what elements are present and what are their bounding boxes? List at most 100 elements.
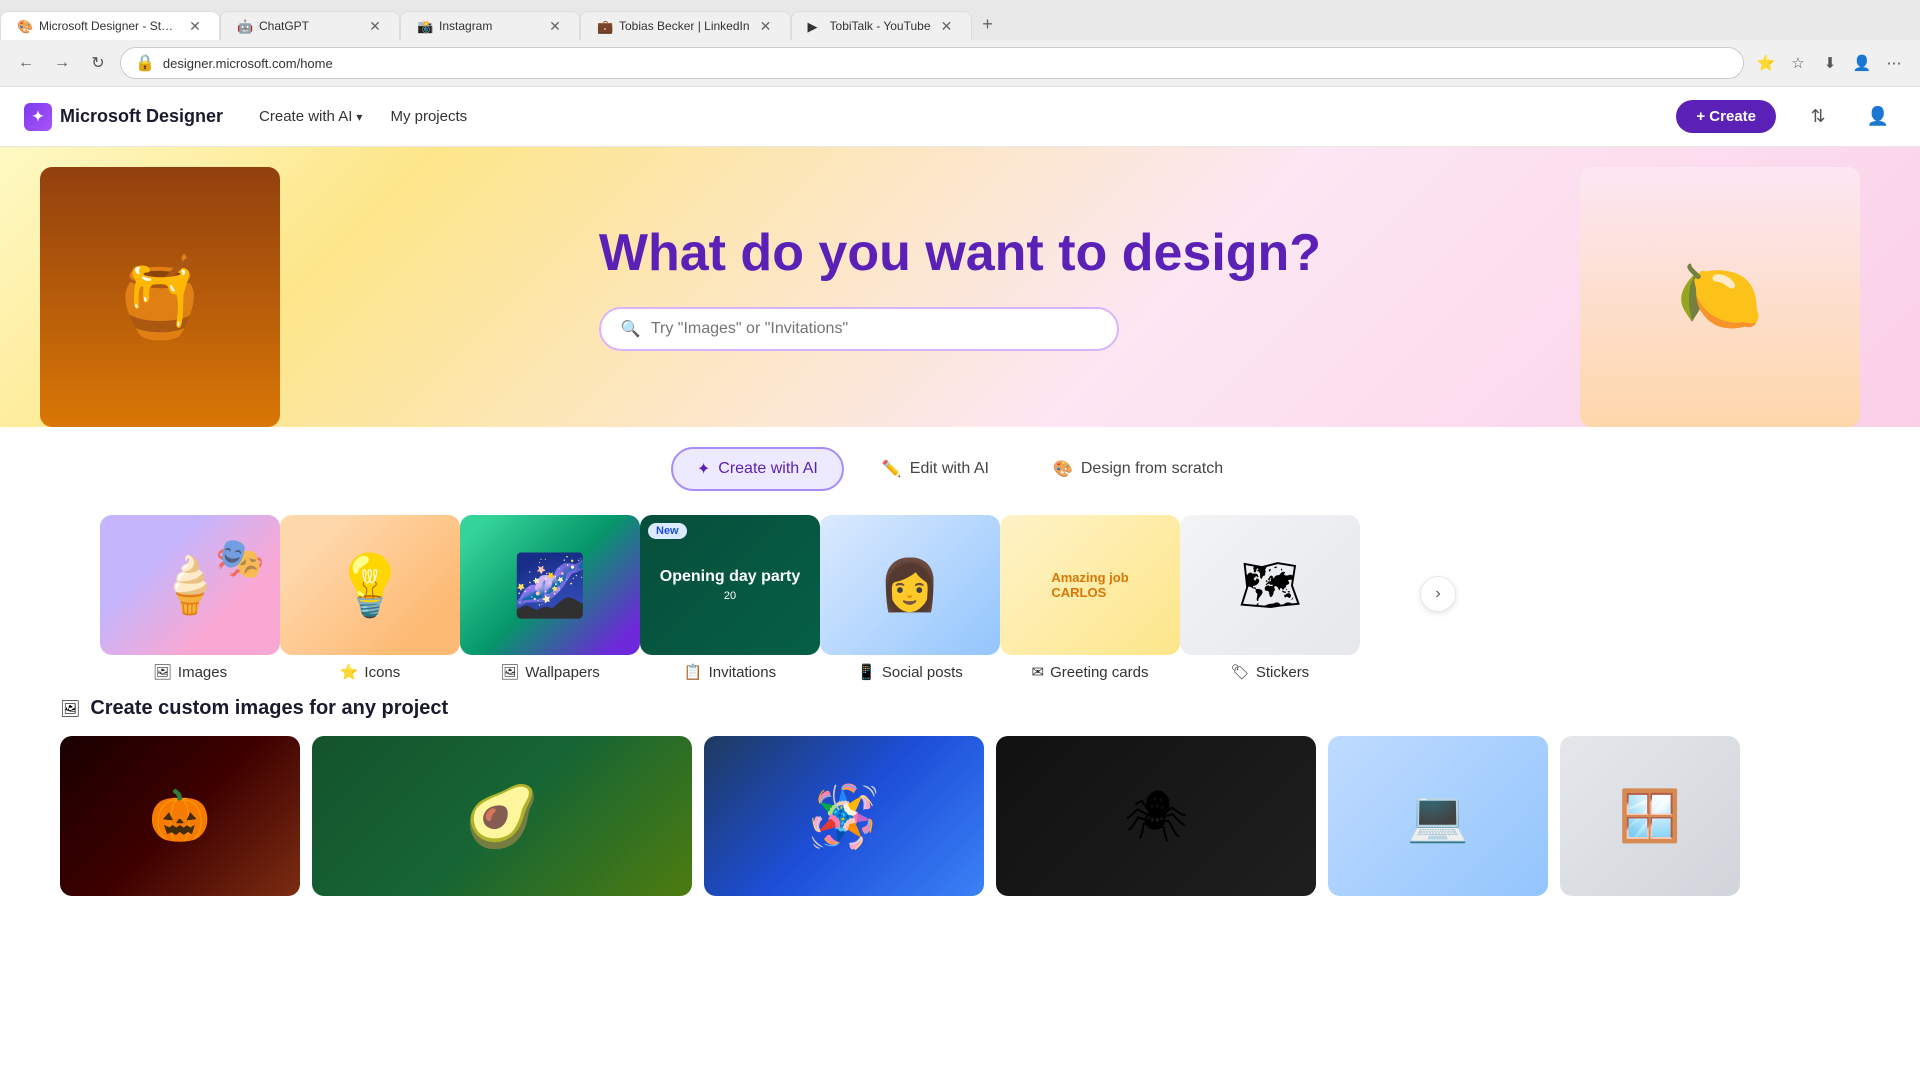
nav-menu: Create with AI ▾ My projects [247, 102, 479, 131]
wallpapers-label-text: Wallpapers [525, 664, 599, 681]
nav-create-with-ai[interactable]: Create with AI ▾ [247, 102, 374, 131]
images-label-text: Images [178, 664, 227, 681]
custom-image-window[interactable]: 🪟 [1560, 736, 1740, 896]
tab-close-2[interactable]: ✕ [367, 18, 383, 34]
custom-image-spider[interactable]: 🕷 [996, 736, 1316, 896]
url-bar[interactable]: 🔒 designer.microsoft.com/home [120, 47, 1744, 79]
category-images-label: 🖼 Images [153, 663, 227, 681]
extensions-icon[interactable]: ⭐ [1752, 49, 1780, 77]
tab-title-1: Microsoft Designer - Stunning... [39, 19, 179, 33]
hero-right-image: 🍋 [1580, 167, 1860, 427]
social-person-decoration: 👩 [879, 556, 941, 615]
greeting-name: CARLOS [1051, 585, 1106, 600]
category-wallpapers-thumbnail: 🌌 [460, 515, 640, 655]
tab-chatgpt[interactable]: 🤖 ChatGPT ✕ [220, 11, 400, 40]
category-invitations[interactable]: New Opening day party 20 📋 Invitations [640, 515, 820, 681]
filter-tab-create-ai[interactable]: ✦ Create with AI [671, 447, 844, 491]
images-icon: 🖼 [153, 663, 172, 681]
invitation-detail: 20 [660, 590, 800, 602]
new-tab-button[interactable]: + [972, 8, 1004, 40]
tab-microsoft-designer[interactable]: 🎨 Microsoft Designer - Stunning... ✕ [0, 11, 220, 40]
stickers-label-text: Stickers [1256, 664, 1309, 681]
tab-favicon-3: 📸 [417, 19, 431, 33]
custom-section: 🖼 Create custom images for any project 🎃… [0, 681, 1920, 896]
category-icons-label: ⭐ Icons [340, 663, 401, 681]
category-icons[interactable]: 💡 ⭐ Icons [280, 515, 460, 681]
categories-grid: 🍦 🎭 🖼 Images 💡 ⭐ Icons � [40, 507, 1420, 681]
tab-favicon-4: 💼 [597, 19, 611, 33]
app-container: ✦ Microsoft Designer Create with AI ▾ My… [0, 87, 1920, 1081]
forward-button[interactable]: → [48, 49, 76, 77]
tab-close-5[interactable]: ✕ [939, 18, 955, 34]
hero-search-bar[interactable]: 🔍 [599, 307, 1119, 351]
user-icon-button[interactable]: 👤 [1860, 99, 1896, 135]
nav-create-label: Create with AI [259, 108, 352, 125]
tab-youtube[interactable]: ▶ TobiTalk - YouTube ✕ [791, 11, 972, 40]
invitations-label-text: Invitations [709, 664, 777, 681]
profile-icon[interactable]: 👤 [1848, 49, 1876, 77]
custom-images-grid: 🎃 🥑 🪅 🕷 💻 🪟 [60, 736, 1860, 896]
navbar: ✦ Microsoft Designer Create with AI ▾ My… [0, 87, 1920, 147]
tab-close-4[interactable]: ✕ [758, 18, 774, 34]
browser-chrome: 🎨 Microsoft Designer - Stunning... ✕ 🤖 C… [0, 0, 1920, 87]
category-wallpapers[interactable]: 🌌 🖼 Wallpapers [460, 515, 640, 681]
hero-title: What do you want to design? [599, 223, 1321, 283]
greeting-icon: ✉ [1032, 663, 1045, 681]
download-icon[interactable]: ⬇ [1816, 49, 1844, 77]
search-icon: 🔍 [621, 319, 641, 339]
category-greeting[interactable]: Amazing jobCARLOS ✉ Greeting cards [1000, 515, 1180, 681]
nav-projects-label: My projects [390, 108, 467, 125]
lightbulb-decoration: 💡 [333, 550, 408, 621]
bookmark-icon[interactable]: ☆ [1784, 49, 1812, 77]
back-button[interactable]: ← [12, 49, 40, 77]
social-icon: 📱 [857, 663, 876, 681]
url-text: designer.microsoft.com/home [163, 56, 1729, 71]
nav-my-projects[interactable]: My projects [378, 102, 479, 131]
search-input[interactable] [651, 320, 1097, 338]
custom-section-icon: 🖼 [60, 699, 80, 719]
create-button[interactable]: + Create [1676, 100, 1776, 133]
category-images[interactable]: 🍦 🎭 🖼 Images [100, 515, 280, 681]
create-button-label: + Create [1696, 108, 1756, 125]
invitation-preview-text: Opening day party 20 [650, 558, 810, 612]
share-icon-button[interactable]: ⇅ [1800, 99, 1836, 135]
tab-linkedin[interactable]: 💼 Tobias Becker | LinkedIn ✕ [580, 11, 791, 40]
tab-close-1[interactable]: ✕ [187, 18, 203, 34]
custom-image-halloween[interactable]: 🎃 [60, 736, 300, 896]
category-stickers[interactable]: 🗺 🏷 Stickers [1180, 515, 1360, 681]
categories-scroll-right[interactable]: › [1420, 576, 1456, 612]
tab-title-2: ChatGPT [259, 19, 359, 33]
settings-icon[interactable]: ⋯ [1880, 49, 1908, 77]
tab-title-4: Tobias Becker | LinkedIn [619, 19, 750, 33]
tab-favicon-5: ▶ [808, 19, 822, 33]
category-greeting-label: ✉ Greeting cards [1032, 663, 1149, 681]
honey-jar-decoration: 🍯 [110, 250, 210, 344]
brand[interactable]: ✦ Microsoft Designer [24, 103, 223, 131]
reload-button[interactable]: ↻ [84, 49, 112, 77]
sticker-globe-decoration: 🗺 [1238, 556, 1301, 615]
hero-section: 🍯 What do you want to design? 🔍 🍋 [0, 147, 1920, 427]
category-wallpapers-label: 🖼 Wallpapers [500, 663, 600, 681]
wallpapers-icon: 🖼 [500, 663, 519, 681]
brand-name: Microsoft Designer [60, 106, 223, 127]
new-badge: New [648, 523, 687, 539]
tab-bar: 🎨 Microsoft Designer - Stunning... ✕ 🤖 C… [0, 0, 1920, 40]
category-social[interactable]: 👩 📱 Social posts [820, 515, 1000, 681]
custom-image-laptop[interactable]: 💻 [1328, 736, 1548, 896]
category-greeting-thumbnail: Amazing jobCARLOS [1000, 515, 1180, 655]
hero-left-image: 🍯 [40, 167, 280, 427]
sparkle-icon: ✦ [697, 459, 710, 479]
filter-tab-edit-ai[interactable]: ✏️ Edit with AI [856, 447, 1015, 491]
tab-instagram[interactable]: 📸 Instagram ✕ [400, 11, 580, 40]
filter-tabs: ✦ Create with AI ✏️ Edit with AI 🎨 Desig… [0, 427, 1920, 507]
filter-tab-scratch[interactable]: 🎨 Design from scratch [1027, 447, 1249, 491]
custom-image-avocado[interactable]: 🥑 [312, 736, 692, 896]
custom-image-mariachi[interactable]: 🪅 [704, 736, 984, 896]
aurora-decoration: 🌌 [513, 550, 588, 621]
address-bar: ← → ↻ 🔒 designer.microsoft.com/home ⭐ ☆ … [0, 40, 1920, 86]
hero-content: What do you want to design? 🔍 [599, 223, 1321, 351]
lemon-glass-decoration: 🍋 [1676, 256, 1763, 338]
tab-close-3[interactable]: ✕ [547, 18, 563, 34]
category-stickers-label: 🏷 Stickers [1231, 663, 1309, 681]
tab-favicon-1: 🎨 [17, 19, 31, 33]
